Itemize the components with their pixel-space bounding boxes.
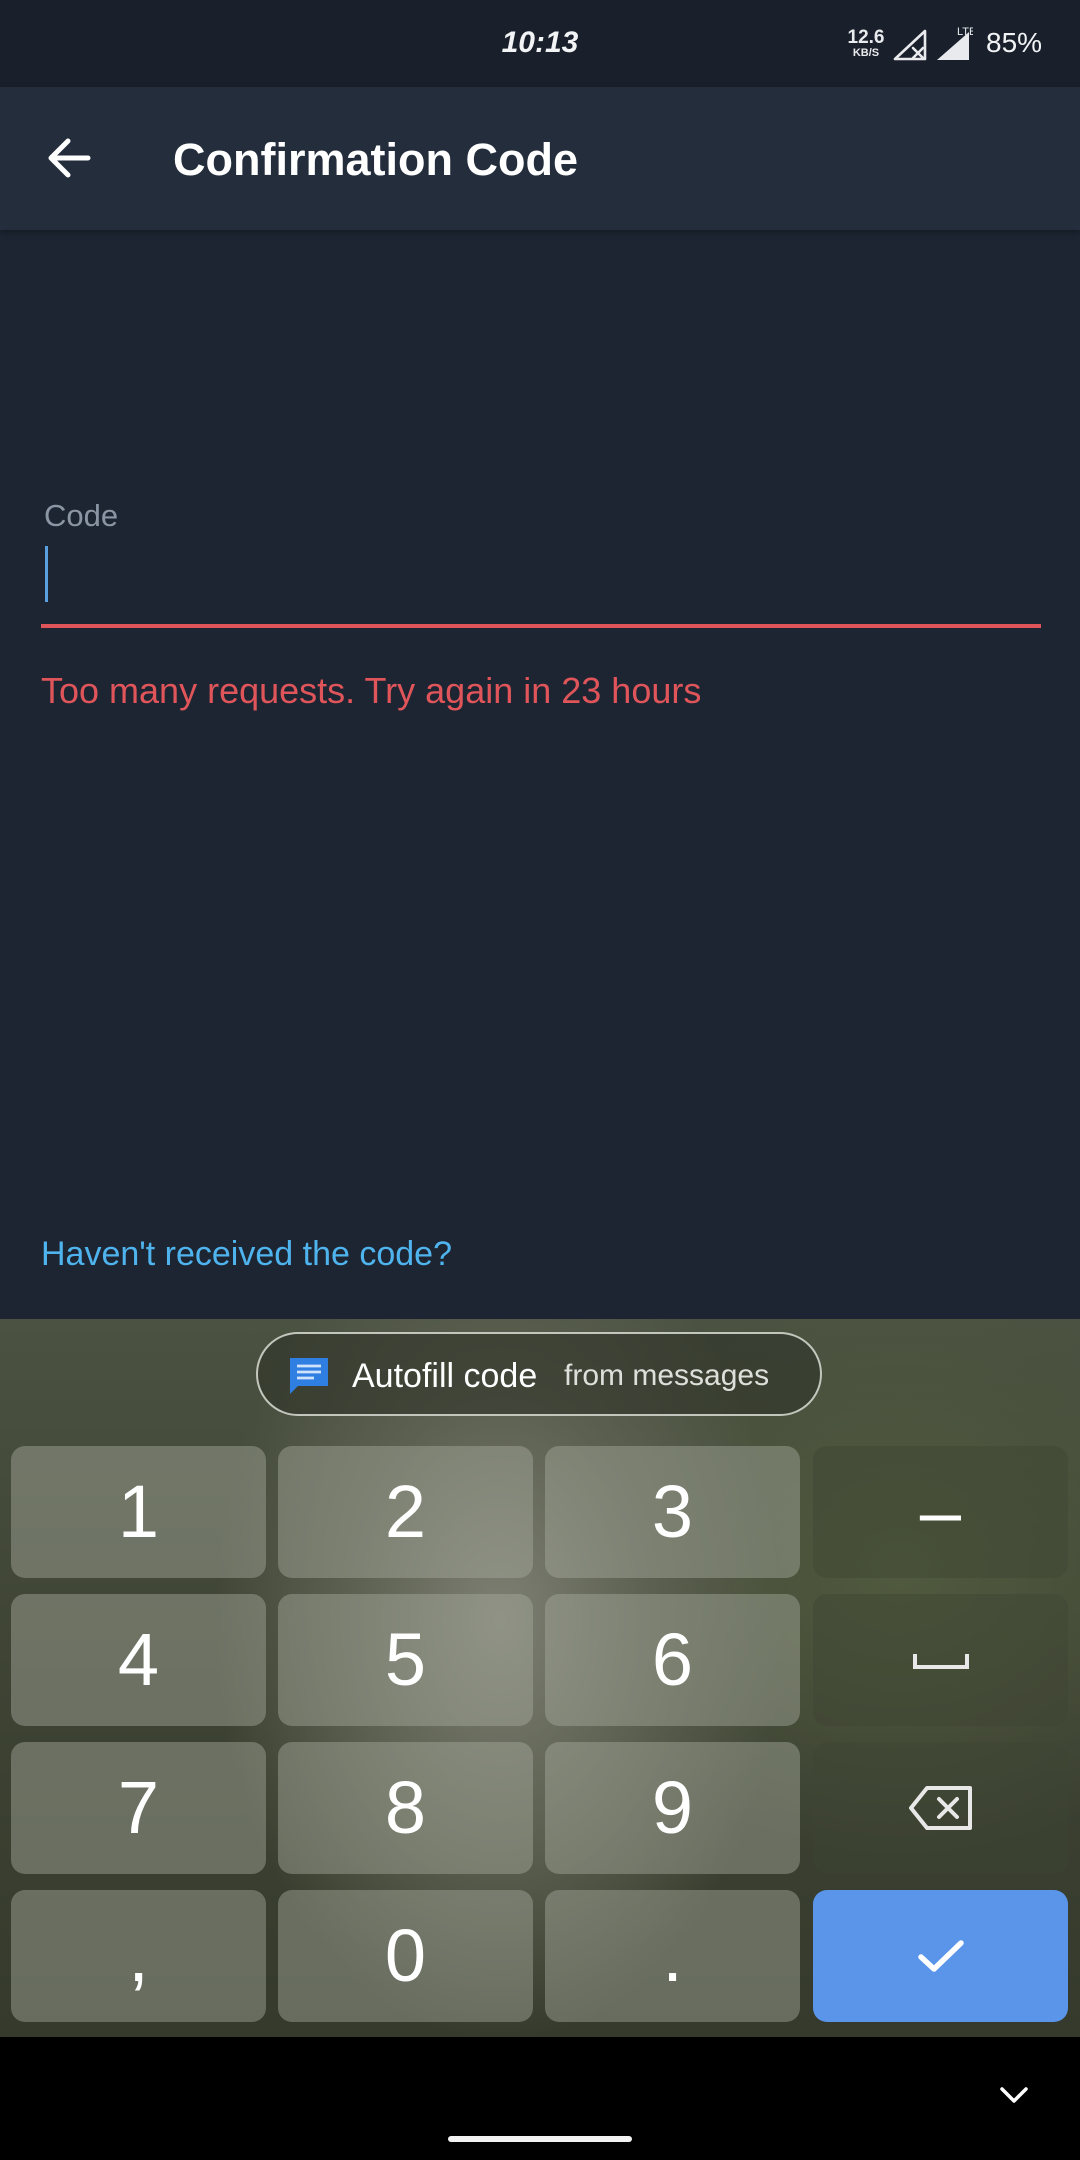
network-speed-unit: KB/S: [852, 47, 880, 59]
key-space[interactable]: [813, 1594, 1068, 1726]
text-cursor: [45, 546, 48, 602]
key-dash[interactable]: –: [813, 1446, 1068, 1578]
error-message: Too many requests. Try again in 23 hours: [41, 670, 702, 711]
key-4[interactable]: 4: [11, 1594, 266, 1726]
key-3[interactable]: 3: [545, 1446, 800, 1578]
key-6[interactable]: 6: [545, 1594, 800, 1726]
message-icon: [290, 1358, 328, 1394]
status-bar: 10:13 12.6 KB/S LTE 85%: [0, 0, 1080, 87]
key-2[interactable]: 2: [278, 1446, 533, 1578]
back-button[interactable]: [34, 122, 106, 194]
autofill-sub-label: from messages: [564, 1359, 770, 1392]
network-speed-value: 12.6: [847, 27, 885, 48]
signal-icon: LTE: [937, 26, 973, 60]
code-input[interactable]: [41, 540, 1041, 628]
key-0[interactable]: 0: [278, 1890, 533, 2022]
arrow-left-icon: [48, 138, 91, 178]
key-period[interactable]: .: [545, 1890, 800, 2022]
resend-code-link[interactable]: Haven't received the code?: [41, 1235, 452, 1274]
key-comma[interactable]: ,: [11, 1890, 266, 2022]
space-bar-icon: [913, 1654, 969, 1669]
autofill-label: Autofill code: [352, 1357, 538, 1395]
battery-level: 85%: [986, 27, 1043, 58]
network-type-label: LTE: [957, 26, 973, 38]
check-icon: [918, 1940, 964, 1972]
code-field-label: Code: [44, 498, 119, 533]
enter-key[interactable]: [813, 1890, 1068, 2022]
home-gesture-handle[interactable]: [448, 2136, 632, 2142]
key-backspace[interactable]: [813, 1742, 1068, 1874]
key-8[interactable]: 8: [278, 1742, 533, 1874]
page-title: Confirmation Code: [173, 134, 578, 185]
key-1[interactable]: 1: [11, 1446, 266, 1578]
key-5[interactable]: 5: [278, 1594, 533, 1726]
no-signal-icon: [893, 29, 927, 61]
autofill-code-button[interactable]: Autofill code from messages: [256, 1332, 822, 1416]
key-9[interactable]: 9: [545, 1742, 800, 1874]
key-7[interactable]: 7: [11, 1742, 266, 1874]
network-speed: 12.6 KB/S: [846, 28, 886, 59]
chevron-down-icon[interactable]: [998, 2084, 1030, 2106]
backspace-icon: [909, 1786, 972, 1830]
